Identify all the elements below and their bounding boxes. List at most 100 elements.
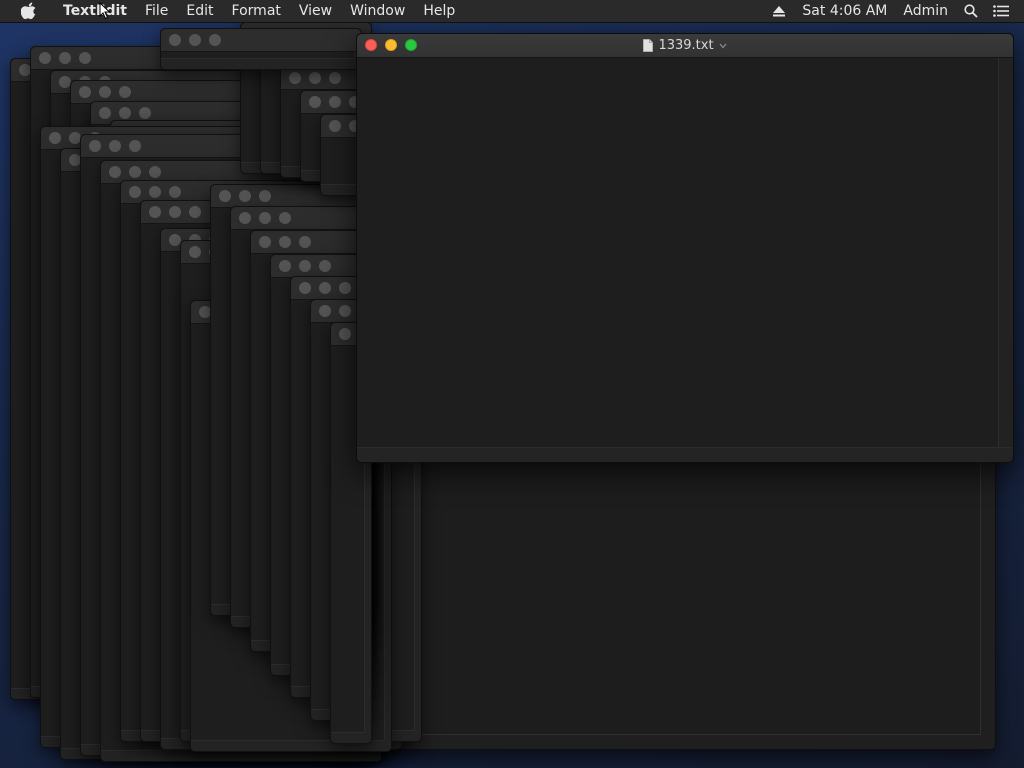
- mouse-pointer-icon: [99, 2, 111, 20]
- zoom-button[interactable]: [149, 166, 161, 178]
- window-controls: [129, 186, 181, 198]
- window-controls: [99, 107, 151, 119]
- minimize-button[interactable]: [329, 96, 341, 108]
- zoom-button[interactable]: [279, 212, 291, 224]
- zoom-button[interactable]: [329, 72, 341, 84]
- close-button[interactable]: [169, 34, 181, 46]
- close-button[interactable]: [319, 305, 331, 317]
- menu-help[interactable]: Help: [414, 0, 464, 22]
- minimize-button[interactable]: [59, 52, 71, 64]
- menu-bar: TextEdit File Edit Format View Window He…: [0, 0, 1024, 23]
- document-icon: [643, 39, 654, 52]
- apple-icon[interactable]: [20, 2, 38, 20]
- close-button[interactable]: [279, 260, 291, 272]
- close-button[interactable]: [39, 52, 51, 64]
- menu-file[interactable]: File: [136, 0, 177, 22]
- text-editor-area[interactable]: [357, 58, 999, 448]
- menu-window[interactable]: Window: [341, 0, 414, 22]
- minimize-button[interactable]: [239, 190, 251, 202]
- minimize-button[interactable]: [259, 212, 271, 224]
- zoom-button[interactable]: [319, 260, 331, 272]
- zoom-button[interactable]: [169, 186, 181, 198]
- minimize-button[interactable]: [309, 72, 321, 84]
- zoom-button[interactable]: [209, 34, 221, 46]
- close-button[interactable]: [219, 190, 231, 202]
- window-title-bar[interactable]: [231, 207, 371, 230]
- zoom-button[interactable]: [259, 190, 271, 202]
- menu-bar-status-area: Sat 4:06 AM Admin: [764, 0, 1024, 22]
- window-controls: [259, 236, 311, 248]
- background-window[interactable]: [160, 28, 362, 70]
- notification-center-icon[interactable]: [990, 0, 1012, 22]
- window-controls: [365, 39, 417, 51]
- horizontal-scrollbar[interactable]: [357, 447, 1013, 462]
- window-controls: [309, 96, 361, 108]
- close-button[interactable]: [299, 282, 311, 294]
- zoom-button[interactable]: [299, 236, 311, 248]
- window-controls: [289, 72, 341, 84]
- menu-bar-clock[interactable]: Sat 4:06 AM: [794, 0, 895, 22]
- zoom-button[interactable]: [405, 39, 417, 51]
- window-controls: [299, 282, 351, 294]
- window-title-bar[interactable]: 1339.txt: [357, 34, 1013, 58]
- close-button[interactable]: [329, 120, 341, 132]
- close-button[interactable]: [289, 72, 301, 84]
- zoom-button[interactable]: [339, 282, 351, 294]
- vertical-scrollbar[interactable]: [998, 58, 1013, 448]
- window-title-text: 1339.txt: [658, 38, 714, 53]
- window-title-bar[interactable]: [251, 231, 371, 254]
- menu-format[interactable]: Format: [223, 0, 290, 22]
- text-editor-area: [161, 52, 355, 59]
- window-controls: [239, 212, 291, 224]
- zoom-button[interactable]: [119, 86, 131, 98]
- window-controls: [89, 140, 141, 152]
- close-button[interactable]: [309, 96, 321, 108]
- minimize-button[interactable]: [189, 34, 201, 46]
- close-button[interactable]: [109, 166, 121, 178]
- background-document-content: [335, 421, 981, 735]
- window-controls: [109, 166, 161, 178]
- window-controls: [279, 260, 331, 272]
- window-title[interactable]: 1339.txt: [643, 38, 727, 53]
- minimize-button[interactable]: [319, 282, 331, 294]
- minimize-button[interactable]: [129, 166, 141, 178]
- minimize-button[interactable]: [119, 107, 131, 119]
- minimize-button[interactable]: [149, 186, 161, 198]
- window-controls: [149, 206, 201, 218]
- window-controls: [79, 86, 131, 98]
- minimize-button[interactable]: [299, 260, 311, 272]
- menu-bar-user[interactable]: Admin: [895, 0, 956, 22]
- eject-icon[interactable]: [768, 0, 790, 22]
- window-controls: [219, 190, 271, 202]
- minimize-button[interactable]: [339, 305, 351, 317]
- minimize-button[interactable]: [169, 206, 181, 218]
- window-controls: [39, 52, 91, 64]
- close-button[interactable]: [99, 107, 111, 119]
- background-document-window[interactable]: [334, 420, 996, 750]
- close-button[interactable]: [129, 186, 141, 198]
- close-button[interactable]: [339, 328, 351, 340]
- close-button[interactable]: [49, 132, 61, 144]
- minimize-button[interactable]: [99, 86, 111, 98]
- menu-app-name[interactable]: TextEdit: [54, 0, 136, 22]
- zoom-button[interactable]: [189, 206, 201, 218]
- zoom-button[interactable]: [139, 107, 151, 119]
- minimize-button[interactable]: [109, 140, 121, 152]
- menu-view[interactable]: View: [290, 0, 341, 22]
- menu-edit[interactable]: Edit: [177, 0, 222, 22]
- window-title-bar[interactable]: [161, 29, 361, 52]
- close-button[interactable]: [79, 86, 91, 98]
- close-button[interactable]: [149, 206, 161, 218]
- zoom-button[interactable]: [79, 52, 91, 64]
- close-button[interactable]: [259, 236, 271, 248]
- close-button[interactable]: [89, 140, 101, 152]
- spotlight-search-icon[interactable]: [960, 0, 982, 22]
- chevron-down-icon[interactable]: [719, 43, 727, 49]
- close-button[interactable]: [239, 212, 251, 224]
- active-document-window[interactable]: 1339.txt: [356, 33, 1014, 463]
- minimize-button[interactable]: [279, 236, 291, 248]
- close-button[interactable]: [189, 246, 201, 258]
- zoom-button[interactable]: [129, 140, 141, 152]
- minimize-button[interactable]: [385, 39, 397, 51]
- close-button[interactable]: [365, 39, 377, 51]
